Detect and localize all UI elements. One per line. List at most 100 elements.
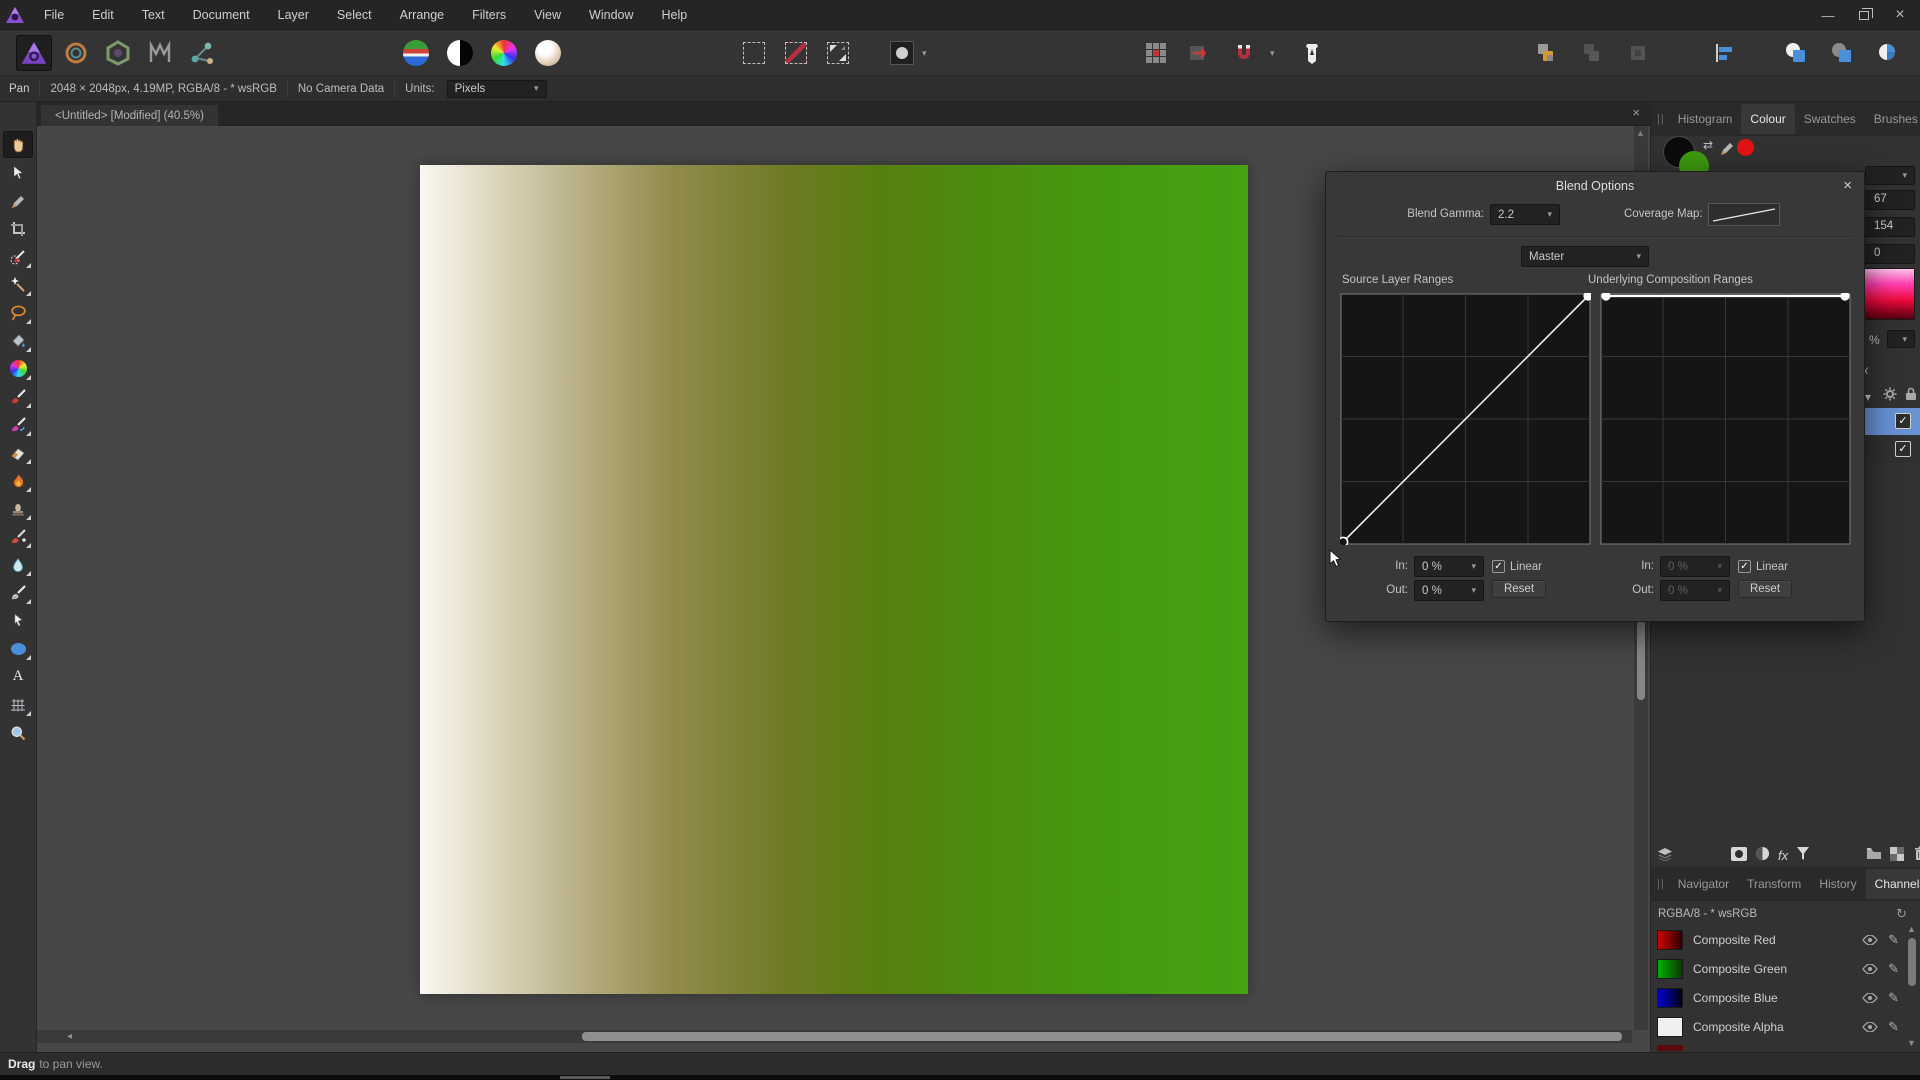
- menu-view[interactable]: View: [520, 0, 575, 30]
- select-all-marquee-icon[interactable]: [736, 35, 772, 71]
- blend-ranges-icon[interactable]: [1890, 847, 1904, 864]
- underlying-linear-checkbox[interactable]: ✓: [1738, 560, 1751, 573]
- freehand-selection-tool[interactable]: [3, 299, 33, 326]
- edit-pencil-icon[interactable]: ✎: [1888, 1019, 1899, 1035]
- eye-icon[interactable]: [1862, 964, 1878, 974]
- auto-colour-icon[interactable]: [486, 35, 522, 71]
- delete-layer-trash-icon[interactable]: [1914, 846, 1920, 864]
- pixel-grid-icon[interactable]: [1138, 35, 1174, 71]
- panel-grip-icon[interactable]: ||: [1651, 113, 1669, 125]
- tab-colour[interactable]: Colour: [1741, 104, 1794, 134]
- menu-select[interactable]: Select: [323, 0, 386, 30]
- flood-fill-tool[interactable]: [3, 327, 33, 354]
- layers-stack-icon[interactable]: [1657, 847, 1673, 864]
- source-reset-button[interactable]: Reset: [1492, 580, 1546, 598]
- export-persona-icon[interactable]: [184, 35, 220, 71]
- scroll-down-icon[interactable]: ▼: [1907, 1038, 1916, 1048]
- swap-colours-icon[interactable]: ⇄: [1703, 138, 1713, 152]
- source-in-dropdown[interactable]: 0 %▾: [1414, 556, 1484, 577]
- layer-visibility-checkbox[interactable]: ✓: [1895, 413, 1911, 429]
- tab-transform[interactable]: Transform: [1738, 869, 1810, 899]
- tab-channels[interactable]: Channels: [1866, 869, 1920, 899]
- tab-history[interactable]: History: [1810, 869, 1865, 899]
- develop-persona-icon[interactable]: [100, 35, 136, 71]
- auto-levels-icon[interactable]: [398, 35, 434, 71]
- snapping-caret-icon[interactable]: ▾: [1270, 49, 1275, 58]
- green-value-field[interactable]: 154: [1863, 217, 1915, 237]
- auto-contrast-icon[interactable]: [442, 35, 478, 71]
- menu-layer[interactable]: Layer: [264, 0, 323, 30]
- menu-help[interactable]: Help: [648, 0, 702, 30]
- red-value-field[interactable]: 67: [1863, 190, 1915, 210]
- scroll-up-icon[interactable]: ▲: [1636, 128, 1645, 138]
- restore-icon[interactable]: [1850, 4, 1878, 26]
- colour-model-dropdown[interactable]: ▾: [1865, 166, 1915, 185]
- live-filter-icon[interactable]: [1796, 846, 1810, 864]
- layer-settings-gear-icon[interactable]: [1883, 387, 1897, 404]
- edit-pencil-icon[interactable]: ✎: [1888, 932, 1899, 948]
- channel-row[interactable]: Composite Red ✎: [1651, 926, 1907, 954]
- flood-select-tool[interactable]: [3, 271, 33, 298]
- geometry-divide-icon[interactable]: [1870, 35, 1906, 71]
- blue-value-field[interactable]: 0: [1863, 244, 1915, 264]
- mask-layer-icon[interactable]: [1731, 847, 1747, 864]
- assistant-manager-icon[interactable]: [1294, 35, 1330, 71]
- tab-brushes[interactable]: Brushes: [1865, 104, 1920, 134]
- blur-brush-tool[interactable]: [3, 551, 33, 578]
- document-tab[interactable]: <Untitled> [Modified] (40.5%): [40, 104, 219, 126]
- quick-mask-icon[interactable]: [884, 35, 920, 71]
- document-canvas[interactable]: [420, 165, 1248, 994]
- lock-icon[interactable]: [1905, 387, 1917, 404]
- blend-gamma-dropdown[interactable]: 2.2▾: [1490, 204, 1560, 225]
- vertical-scroll-thumb[interactable]: [1637, 620, 1645, 700]
- menu-text[interactable]: Text: [128, 0, 179, 30]
- tab-histogram[interactable]: Histogram: [1669, 104, 1742, 134]
- edit-pencil-icon[interactable]: ✎: [1888, 990, 1899, 1006]
- opacity-dropdown[interactable]: ▾: [1887, 330, 1915, 348]
- colour-replacement-brush-tool[interactable]: [3, 411, 33, 438]
- colour-picker-icon[interactable]: [1719, 140, 1735, 159]
- edit-pencil-icon[interactable]: ✎: [1888, 961, 1899, 977]
- burn-brush-tool[interactable]: [3, 467, 33, 494]
- coverage-map-preview[interactable]: [1708, 203, 1780, 226]
- ellipse-tool[interactable]: [3, 635, 33, 662]
- smudge-brush-tool[interactable]: [3, 579, 33, 606]
- units-dropdown[interactable]: Pixels▾: [447, 80, 547, 98]
- snapping-magnet-icon[interactable]: [1226, 35, 1262, 71]
- menu-file[interactable]: File: [30, 0, 78, 30]
- text-tool[interactable]: A: [3, 663, 33, 690]
- horizontal-scroll-thumb[interactable]: [582, 1032, 1622, 1041]
- move-tool[interactable]: [3, 159, 33, 186]
- gradient-tool[interactable]: [3, 355, 33, 382]
- tone-mapping-persona-icon[interactable]: [142, 35, 178, 71]
- scroll-up-icon[interactable]: ▲: [1907, 924, 1916, 934]
- adjustment-layer-icon[interactable]: [1755, 846, 1770, 864]
- liquify-persona-icon[interactable]: [58, 35, 94, 71]
- view-tool[interactable]: [3, 131, 33, 158]
- underlying-reset-button[interactable]: Reset: [1738, 580, 1792, 598]
- deselect-icon[interactable]: [778, 35, 814, 71]
- source-out-dropdown[interactable]: 0 %▾: [1414, 580, 1484, 601]
- eye-icon[interactable]: [1862, 935, 1878, 945]
- underlying-curve-grid[interactable]: [1600, 293, 1851, 548]
- insert-at-top-icon[interactable]: [1574, 35, 1610, 71]
- tab-close-icon[interactable]: ×: [1632, 105, 1640, 120]
- channel-selector-dropdown[interactable]: Master▾: [1521, 246, 1649, 267]
- geometry-add-icon[interactable]: [1778, 35, 1814, 71]
- menu-document[interactable]: Document: [179, 0, 264, 30]
- menu-filters[interactable]: Filters: [458, 0, 520, 30]
- crop-tool[interactable]: [3, 215, 33, 242]
- eye-icon[interactable]: [1862, 1022, 1878, 1032]
- channel-row[interactable]: Composite Green ✎: [1651, 955, 1907, 983]
- close-icon[interactable]: ×: [1886, 4, 1914, 26]
- insert-behind-icon[interactable]: [1528, 35, 1564, 71]
- geometry-subtract-icon[interactable]: [1824, 35, 1860, 71]
- source-curve-grid[interactable]: [1340, 293, 1591, 548]
- group-folder-icon[interactable]: [1866, 847, 1882, 863]
- channel-row[interactable]: Composite Alpha ✎: [1651, 1013, 1907, 1041]
- app-logo-icon[interactable]: [0, 0, 30, 30]
- invert-selection-icon[interactable]: [820, 35, 856, 71]
- clone-stamp-tool[interactable]: [3, 495, 33, 522]
- source-linear-checkbox[interactable]: ✓: [1492, 560, 1505, 573]
- underlying-out-dropdown[interactable]: 0 %▾: [1660, 580, 1730, 601]
